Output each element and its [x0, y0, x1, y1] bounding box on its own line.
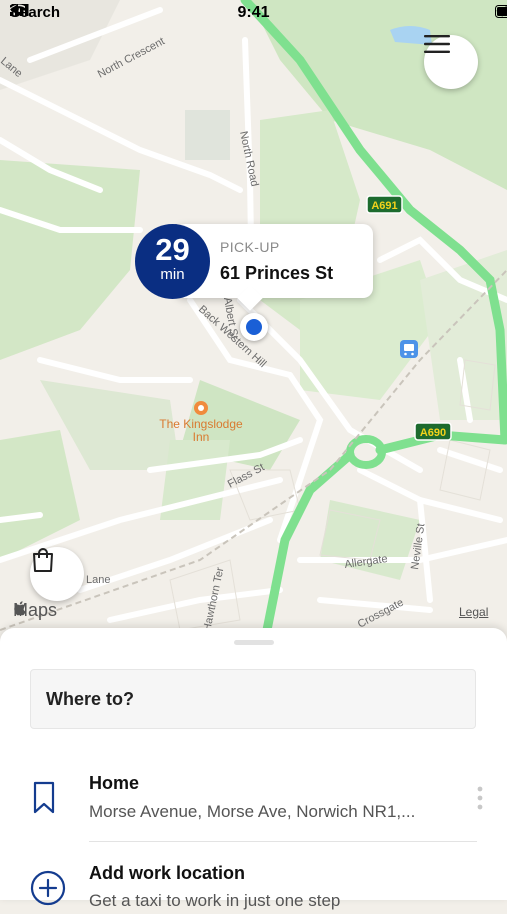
clock: 9:41 — [0, 4, 507, 22]
add-work-location[interactable]: Add work location Get a taxi to work in … — [0, 854, 507, 914]
poi-label: Inn — [193, 430, 210, 444]
menu-button[interactable] — [424, 35, 478, 89]
eta-value: 29 — [135, 234, 210, 266]
hamburger-icon — [424, 35, 450, 53]
sheet-grabber[interactable] — [234, 640, 274, 645]
eta-badge: 29 min — [135, 224, 210, 299]
eta-unit: min — [135, 266, 210, 284]
road-badge-text: A690 — [420, 427, 446, 439]
destination-search-label: Where to? — [46, 689, 134, 710]
battery-icon — [495, 5, 507, 18]
saved-place-address: Morse Avenue, Morse Ave, Norwich NR1,... — [89, 802, 415, 822]
poi-label: The Kingslodge — [159, 417, 243, 431]
shopping-basket-button[interactable] — [30, 547, 84, 601]
current-location-marker — [240, 313, 268, 341]
status-bar: Search 9:41 — [0, 0, 507, 28]
road-label: Lane — [86, 574, 110, 586]
destination-search-field[interactable]: Where to? — [30, 669, 476, 729]
bottom-sheet[interactable]: Where to? Home Morse Avenue, Morse Ave, … — [0, 628, 507, 900]
pickup-label: PICK-UP — [220, 239, 280, 255]
maps-attribution: Maps — [13, 600, 57, 621]
bookmark-icon — [30, 781, 58, 815]
saved-place-home[interactable]: Home Morse Avenue, Morse Ave, Norwich NR… — [0, 765, 507, 841]
more-options-icon[interactable] — [472, 785, 488, 811]
road-badge-text: A691 — [371, 200, 397, 212]
plus-circle-icon — [30, 870, 66, 906]
bus-stop-icon — [400, 340, 418, 358]
add-work-title: Add work location — [89, 863, 245, 884]
map-view[interactable]: North Crescent North Road Back Western H… — [0, 0, 507, 640]
apple-logo-icon — [13, 600, 27, 616]
saved-place-title: Home — [89, 773, 139, 794]
add-work-subtitle: Get a taxi to work in just one step — [89, 891, 340, 911]
list-divider — [89, 841, 477, 842]
road-badge: A690 — [415, 423, 451, 440]
road-badge: A691 — [367, 196, 402, 213]
pickup-address: 61 Princes St — [220, 263, 333, 284]
shopping-bag-icon — [30, 547, 56, 573]
legal-link[interactable]: Legal — [459, 605, 488, 619]
